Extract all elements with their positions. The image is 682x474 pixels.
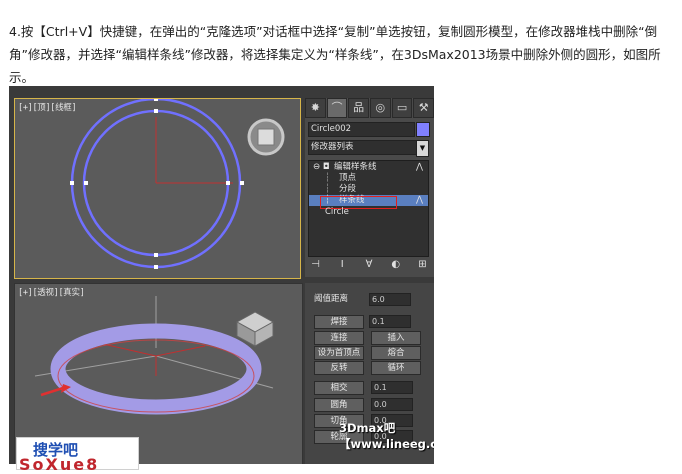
object-color-swatch[interactable] [416, 122, 430, 137]
intersect-button[interactable]: 相交 [314, 381, 364, 395]
stack-item-edit-spline[interactable]: ⊖ ◘ 编辑样条线 ⋀ [309, 162, 428, 173]
stack-item-label: 顶点 [339, 173, 357, 183]
cycle-button[interactable]: 循环 [371, 361, 421, 375]
fuse-button[interactable]: 熔合 [371, 346, 421, 360]
first-vertex-row: 设为首顶点 熔合 [311, 346, 423, 360]
pin-stack-icon[interactable]: ⊣ [308, 258, 323, 272]
hierarchy-tab-icon[interactable]: 品 [348, 98, 370, 118]
make-unique-icon[interactable]: ∀ [362, 258, 377, 272]
intersect-row: 相交 0.1 [311, 381, 423, 395]
insert-button[interactable]: 插入 [371, 331, 421, 345]
reverse-row: 反转 循环 [311, 361, 423, 375]
modify-tab-icon[interactable]: ⌒ [326, 98, 348, 118]
utilities-tab-icon[interactable]: ⚒ [413, 98, 434, 118]
set-first-vertex-button[interactable]: 设为首顶点 [314, 346, 364, 360]
modifier-stack: ⊖ ◘ 编辑样条线 ⋀ ┆ 顶点 ┆ 分段 ┆ 样条线 ⋀ Circle [308, 160, 429, 257]
object-name-field[interactable]: Circle002 [308, 122, 415, 137]
threshold-label: 阈值距离 [314, 294, 349, 304]
stack-item-segment[interactable]: ┆ 分段 [309, 184, 428, 195]
weld-input[interactable]: 0.1 [369, 315, 411, 328]
display-tab-icon[interactable]: ▭ [391, 98, 413, 118]
command-panel-tabs: ✸ ⌒ 品 ◎ ▭ ⚒ [305, 98, 434, 118]
stack-toolbar: ⊣ Ⅰ ∀ ◐ ⊞ [308, 258, 430, 274]
chevron-down-icon[interactable]: ▼ [416, 140, 429, 157]
reverse-button[interactable]: 反转 [314, 361, 364, 375]
pin-icon: ⋀ [416, 195, 423, 205]
threshold-input[interactable]: 6.0 [369, 293, 411, 306]
logo-sub-text: SoXue8 [19, 455, 100, 474]
max-screenshot: [+][顶][线框] [+][透视][真实] ✸ ⌒ 品 ◎ ▭ ⚒ Circl… [9, 86, 434, 464]
weld-row: 焊接 0.1 [311, 315, 423, 329]
connect-row: 连接 插入 [311, 331, 423, 345]
threshold-row: 阈值距离 6.0 [311, 293, 423, 307]
command-panel: ✸ ⌒ 品 ◎ ▭ ⚒ Circle002 修改器列表 ▼ ⊖ ◘ 编辑样条线 … [305, 98, 434, 277]
expand-icon[interactable]: ⊖ [313, 162, 320, 173]
create-tab-icon[interactable]: ✸ [305, 98, 326, 118]
site-logo: 搜学吧 SoXue8 [16, 437, 139, 474]
modifier-list-dropdown[interactable]: 修改器列表 [308, 140, 429, 155]
fillet-input[interactable]: 0.0 [371, 398, 413, 411]
stack-item-label: 分段 [339, 184, 357, 194]
bulb-icon[interactable]: ◘ [323, 162, 330, 173]
show-end-result-icon[interactable]: Ⅰ [335, 258, 350, 272]
motion-tab-icon[interactable]: ◎ [370, 98, 391, 118]
fillet-button[interactable]: 圆角 [314, 398, 364, 412]
remove-modifier-icon[interactable]: ◐ [388, 258, 403, 272]
configure-sets-icon[interactable]: ⊞ [415, 258, 430, 272]
watermark: 3Dmax吧【www.lineeg.com/tieba/1771】 [339, 421, 434, 451]
fillet-row: 圆角 0.0 [311, 398, 423, 412]
pin-icon: ⋀ [416, 162, 423, 172]
stack-item-circle[interactable]: Circle [309, 207, 428, 218]
weld-button[interactable]: 焊接 [314, 315, 364, 329]
stack-item-label: 编辑样条线 [334, 162, 377, 172]
intersect-input[interactable]: 0.1 [371, 381, 413, 394]
top-view-drawing [70, 99, 285, 269]
instruction-text: 4.按【Ctrl+V】快捷键，在弹出的“克隆选项”对话框中选择“复制”单选按钮，… [9, 24, 661, 85]
connect-button[interactable]: 连接 [314, 331, 364, 345]
stack-item-label: Circle [325, 207, 349, 217]
stack-item-vertex[interactable]: ┆ 顶点 [309, 173, 428, 184]
top-viewport[interactable]: [+][顶][线框] [14, 98, 301, 279]
